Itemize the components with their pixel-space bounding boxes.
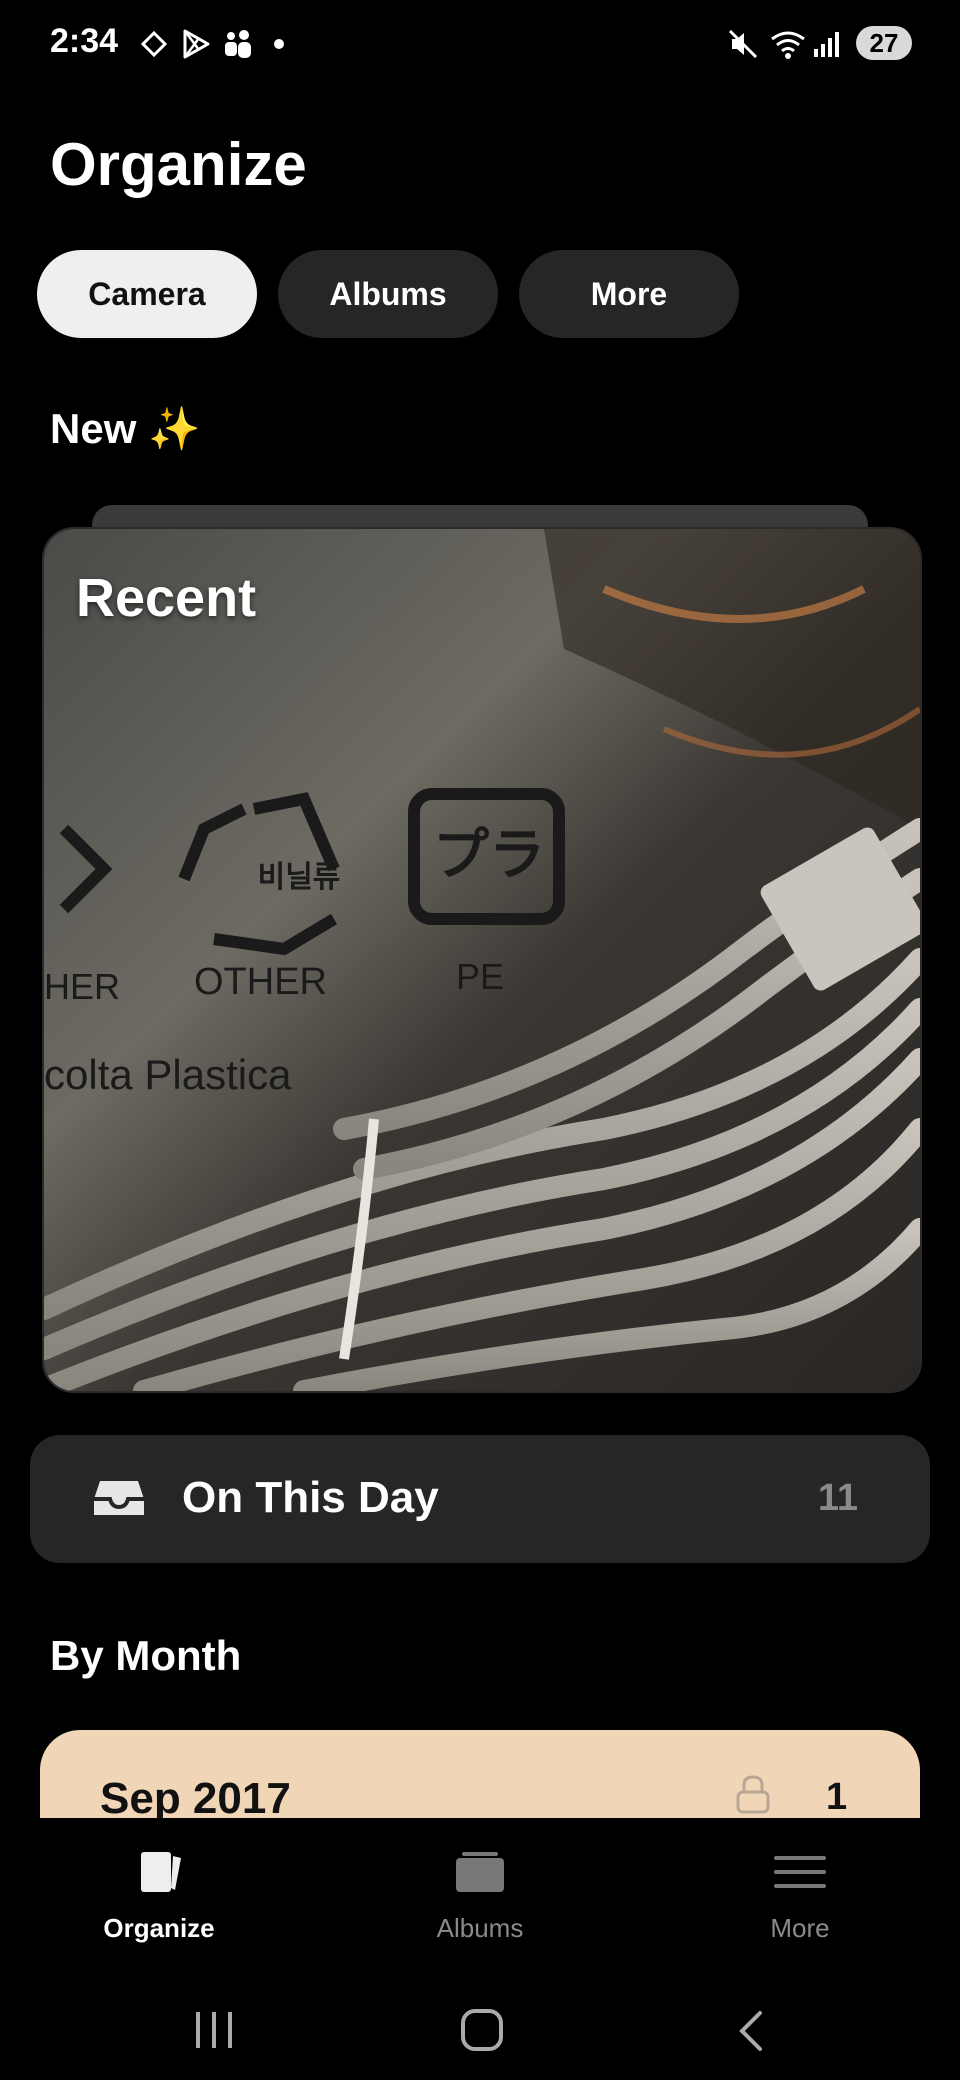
wifi-icon [768, 26, 808, 62]
nav-organize[interactable]: Organize [59, 1848, 259, 1944]
month-count: 1 [826, 1776, 848, 1818]
teams-icon [222, 26, 254, 62]
diamond-icon [140, 26, 168, 62]
notification-dot-icon [273, 26, 285, 62]
on-this-day-count: 11 [817, 1477, 858, 1519]
nav-organize-label: Organize [103, 1913, 215, 1943]
home-button[interactable] [460, 2008, 504, 2057]
status-bar: 2:34 27 [0, 0, 960, 90]
nav-more[interactable]: More [700, 1848, 900, 1944]
nav-albums-label: Albums [436, 1913, 524, 1943]
recents-button[interactable] [192, 2010, 236, 2055]
recent-card[interactable]: 비닐류 プラ HER OTHER PE colta Plastica Recen… [42, 527, 922, 1393]
photo-other2-text: OTHER [194, 961, 327, 1003]
photo-plastica-text: colta Plastica [44, 1051, 292, 1098]
status-time: 2:34 [50, 22, 119, 60]
tab-more[interactable]: More [519, 250, 739, 338]
signal-icon [812, 26, 842, 62]
albums-icon [452, 1848, 508, 1901]
recent-card-title: Recent [76, 568, 257, 628]
nav-more-label: More [770, 1913, 830, 1943]
recent-photo: 비닐류 プラ HER OTHER PE colta Plastica [44, 529, 920, 1391]
back-button[interactable] [736, 2010, 766, 2057]
tab-albums[interactable]: Albums [278, 250, 498, 338]
tab-camera[interactable]: Camera [37, 250, 257, 338]
menu-icon [772, 1848, 828, 1901]
battery-indicator: 27 [856, 26, 912, 60]
mute-icon [726, 26, 760, 62]
photo-korean-text: 비닐류 [258, 860, 341, 895]
on-this-day-label: On This Day [182, 1473, 439, 1522]
photo-pla-text: プラ [433, 823, 545, 888]
play-store-icon [180, 26, 212, 62]
nav-albums[interactable]: Albums [380, 1848, 580, 1944]
month-label: Sep 2017 [100, 1774, 291, 1823]
photo-pe-text: PE [456, 956, 504, 997]
system-navigation [0, 1968, 960, 2080]
bottom-navigation: Organize Albums More [0, 1818, 960, 1968]
organize-icon [131, 1848, 187, 1901]
inbox-icon [92, 1477, 146, 1524]
page-title: Organize [50, 131, 307, 198]
lock-icon [735, 1774, 771, 1819]
new-section-title: New ✨ [50, 405, 201, 452]
by-month-title: By Month [50, 1632, 242, 1679]
on-this-day-row[interactable]: On This Day 11 [30, 1435, 930, 1563]
photo-other1-text: HER [44, 966, 120, 1007]
